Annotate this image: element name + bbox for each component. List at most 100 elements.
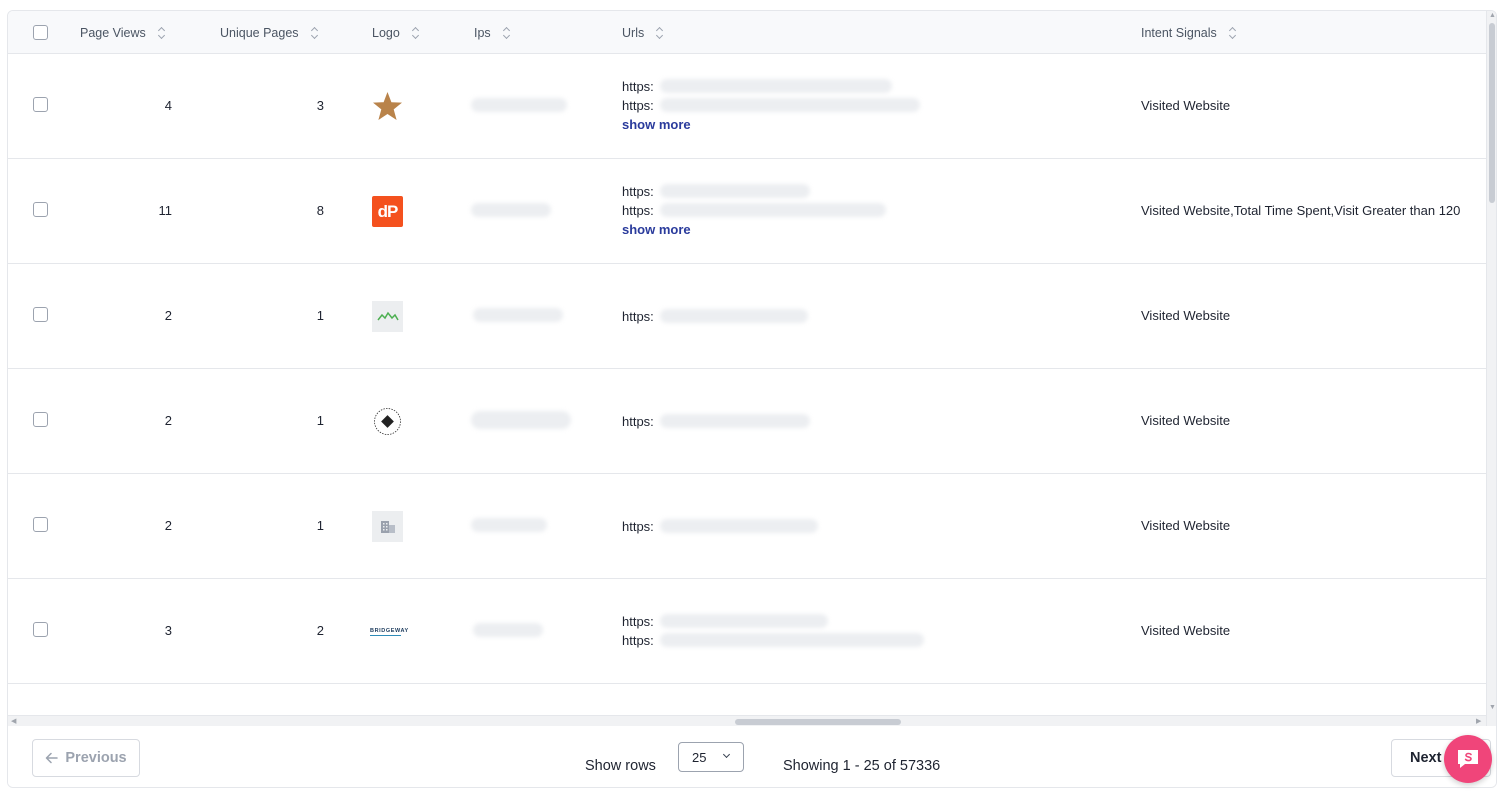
ip-redacted xyxy=(471,98,567,112)
column-header-unique-pages[interactable]: Unique Pages xyxy=(220,11,319,54)
vertical-scroll-thumb[interactable] xyxy=(1489,23,1495,203)
horizontal-scroll-thumb[interactable] xyxy=(735,719,901,725)
unique-pages-cell: 1 xyxy=(316,413,324,428)
sort-icon[interactable] xyxy=(1229,27,1237,39)
sort-icon[interactable] xyxy=(311,27,319,39)
column-label: Page Views xyxy=(80,25,146,40)
rows-per-page-value: 25 xyxy=(692,749,707,765)
table-row[interactable]: 4 3 https: https: show more Visited Webs… xyxy=(8,54,1486,159)
row-checkbox[interactable] xyxy=(33,517,48,532)
table-row[interactable]: 3 2 BRIDGEWAY https: https: Visited Webs… xyxy=(8,579,1486,684)
ip-redacted xyxy=(473,623,543,637)
ip-redacted xyxy=(471,518,547,532)
scroll-left-icon[interactable]: ◀ xyxy=(11,717,16,725)
unique-pages-cell: 1 xyxy=(316,308,324,323)
column-label: Intent Signals xyxy=(1141,25,1217,40)
showing-count: Showing 1 - 25 of 57336 xyxy=(783,758,941,774)
row-checkbox[interactable] xyxy=(33,97,48,112)
select-all-checkbox[interactable] xyxy=(33,25,48,40)
chevron-down-icon xyxy=(722,750,731,759)
url-link[interactable]: https: xyxy=(622,182,810,201)
show-more-link[interactable]: show more xyxy=(622,220,691,240)
ip-redacted xyxy=(473,308,563,322)
select-all-cell xyxy=(33,11,48,54)
table-row[interactable]: 2 1 https: Visited Website xyxy=(8,474,1486,579)
rows-per-page-select[interactable]: 25 xyxy=(678,742,744,772)
row-checkbox[interactable] xyxy=(33,202,48,217)
scroll-down-icon[interactable]: ▼ xyxy=(1489,704,1496,711)
previous-label: Previous xyxy=(65,750,127,766)
column-label: Ips xyxy=(474,25,491,40)
unique-pages-cell: 1 xyxy=(316,518,324,533)
sort-icon[interactable] xyxy=(503,27,511,39)
intent-signals-cell: Visited Website,Total Time Spent,Visit G… xyxy=(1141,203,1461,218)
pagination-bar: Previous Show rows 25 Showing 1 - 25 of … xyxy=(8,726,1496,787)
intent-signals-cell: Visited Website xyxy=(1141,308,1231,323)
column-header-intent-signals[interactable]: Intent Signals xyxy=(1141,11,1237,54)
intent-signals-cell: Visited Website xyxy=(1141,623,1231,638)
sort-icon[interactable] xyxy=(656,27,664,39)
star-logo-icon xyxy=(372,91,403,122)
url-link[interactable]: https: xyxy=(622,307,808,326)
vertical-scrollbar[interactable]: ▲ ▼ xyxy=(1486,11,1496,726)
row-checkbox[interactable] xyxy=(33,307,48,322)
url-link[interactable]: https: xyxy=(622,412,810,431)
page-views-cell: 3 xyxy=(164,623,172,638)
scroll-up-icon[interactable]: ▲ xyxy=(1489,12,1496,19)
table-header: Page Views Unique Pages Logo Ips Urls In… xyxy=(8,11,1486,54)
badge-logo-icon xyxy=(372,406,403,437)
urls-cell: https: https: show more xyxy=(622,77,920,135)
column-label: Unique Pages xyxy=(220,25,299,40)
intent-signals-cell: Visited Website xyxy=(1141,98,1231,113)
leads-table: Page Views Unique Pages Logo Ips Urls In… xyxy=(7,10,1497,788)
scroll-right-icon[interactable]: ▶ xyxy=(1476,717,1481,725)
url-link[interactable]: https: xyxy=(622,517,818,536)
arrow-left-icon xyxy=(46,752,59,764)
show-rows-label: Show rows xyxy=(585,758,656,774)
page-views-cell: 2 xyxy=(164,308,172,323)
ip-redacted xyxy=(471,203,551,217)
unique-pages-cell: 8 xyxy=(316,203,324,218)
urls-cell: https: https: show more xyxy=(622,182,886,240)
chat-widget-button[interactable] xyxy=(1444,735,1492,783)
previous-button[interactable]: Previous xyxy=(32,739,140,777)
unique-pages-cell: 2 xyxy=(316,623,324,638)
row-checkbox[interactable] xyxy=(33,622,48,637)
column-header-page-views[interactable]: Page Views xyxy=(80,11,166,54)
horizontal-scrollbar[interactable]: ◀ ▶ xyxy=(8,715,1486,726)
page-views-cell: 2 xyxy=(164,518,172,533)
next-label: Next xyxy=(1410,750,1442,766)
ip-redacted xyxy=(471,411,571,429)
row-checkbox[interactable] xyxy=(33,412,48,427)
intent-signals-cell: Visited Website xyxy=(1141,518,1231,533)
page-views-cell: 4 xyxy=(164,98,172,113)
chat-icon xyxy=(1458,750,1478,768)
column-header-ips[interactable]: Ips xyxy=(474,11,511,54)
urls-cell: https: xyxy=(622,412,810,431)
column-header-logo[interactable]: Logo xyxy=(372,11,420,54)
column-label: Urls xyxy=(622,25,645,40)
urls-cell: https: xyxy=(622,517,818,536)
url-link[interactable]: https: xyxy=(622,96,920,115)
page-views-cell: 11 xyxy=(158,203,173,218)
table-row[interactable]: 2 1 https: Visited Website xyxy=(8,264,1486,369)
urls-cell: https: https: xyxy=(622,612,924,650)
url-link[interactable]: https: xyxy=(622,612,828,631)
table-row[interactable]: 11 8 dP https: https: show more Visited … xyxy=(8,159,1486,264)
sort-icon[interactable] xyxy=(158,27,166,39)
column-header-urls[interactable]: Urls xyxy=(622,11,664,54)
building-placeholder-icon xyxy=(372,511,403,542)
sort-icon[interactable] xyxy=(412,27,420,39)
mountain-logo-icon xyxy=(372,301,403,332)
table-row[interactable]: 2 1 https: Visited Website xyxy=(8,369,1486,474)
intent-signals-cell: Visited Website xyxy=(1141,413,1231,428)
unique-pages-cell: 3 xyxy=(316,98,324,113)
url-link[interactable]: https: xyxy=(622,201,886,220)
bridgeway-logo-icon: BRIDGEWAY xyxy=(370,627,409,636)
page-views-cell: 2 xyxy=(164,413,172,428)
column-label: Logo xyxy=(372,25,400,40)
show-more-link[interactable]: show more xyxy=(622,115,691,135)
url-link[interactable]: https: xyxy=(622,77,892,96)
dp-logo-icon: dP xyxy=(372,196,403,227)
url-link[interactable]: https: xyxy=(622,631,924,650)
